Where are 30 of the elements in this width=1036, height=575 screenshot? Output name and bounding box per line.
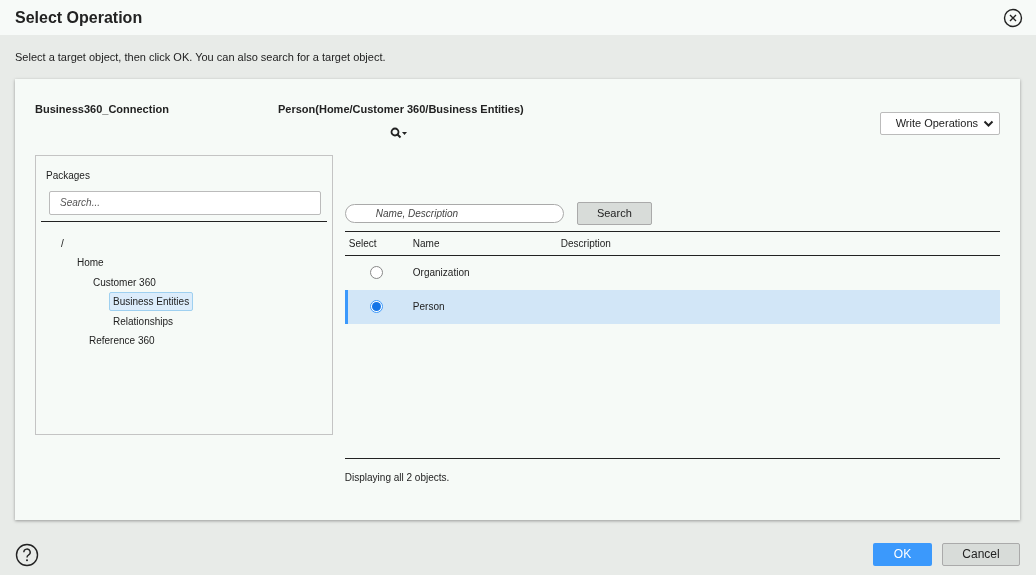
tree-item[interactable]: / — [61, 235, 64, 251]
close-icon[interactable] — [1003, 7, 1023, 28]
tree-item[interactable]: Reference 360 — [89, 333, 155, 349]
search-field[interactable]: Name, Description — [344, 203, 564, 223]
search-icon[interactable] — [389, 126, 408, 139]
column-header: Description — [559, 236, 612, 251]
tree-item[interactable]: Home — [77, 255, 104, 271]
operation-dropdown[interactable]: Write Operations — [880, 112, 1000, 135]
status-text: Displaying all 2 objects. — [344, 471, 450, 483]
table-row[interactable]: Organization — [344, 255, 1000, 290]
search-field[interactable]: Search... — [49, 190, 321, 215]
column-header: Select — [347, 236, 378, 251]
chevron-down-icon — [983, 119, 994, 128]
cancel-button[interactable]: Cancel — [942, 542, 1020, 566]
tree-item[interactable]: Relationships — [113, 313, 174, 329]
radio-button[interactable] — [369, 266, 383, 279]
column-header: Name — [411, 236, 441, 251]
tree-item[interactable]: Customer 360 — [93, 274, 156, 290]
instruction-text: Select a target object, then click OK. You can also search for a target object. — [15, 50, 387, 65]
table-cell-text: Organization — [412, 266, 470, 280]
table-cell-text: Person — [412, 300, 445, 314]
window-title: Select Operation — [15, 7, 143, 28]
radio-button[interactable] — [369, 300, 383, 313]
object-path: Person(Home/Customer 360/Business Entities) — [278, 102, 524, 117]
table-row[interactable]: Person — [344, 289, 1000, 324]
connection-name: Business360_Connection — [35, 102, 170, 117]
panel-title: Packages — [46, 168, 91, 183]
tree-item[interactable]: Business Entities — [109, 292, 194, 312]
help-icon[interactable] — [15, 543, 39, 567]
search-button[interactable]: Search — [576, 201, 652, 225]
